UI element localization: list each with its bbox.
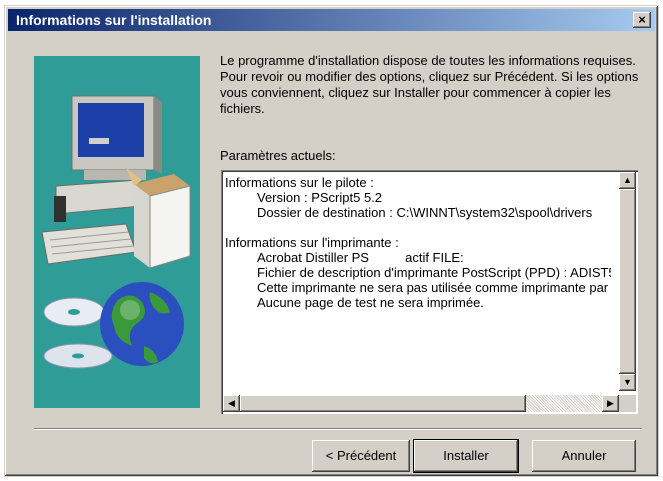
install-button[interactable]: Installer <box>414 440 518 472</box>
settings-listbox[interactable]: Informations sur le pilote : Version : PS… <box>221 170 638 414</box>
close-button[interactable]: × <box>633 12 651 28</box>
back-button[interactable]: < Précédent <box>312 440 410 472</box>
scroll-down-icon[interactable]: ▼ <box>619 374 636 391</box>
settings-line: Dossier de destination : C:\WINNT\system… <box>257 205 593 220</box>
scrollbar-corner <box>619 395 636 412</box>
setup-illustration <box>34 56 200 408</box>
horizontal-scroll-thumb[interactable] <box>240 395 526 412</box>
settings-line: Informations sur l'imprimante : <box>225 235 399 250</box>
settings-line <box>225 220 611 235</box>
title-bar[interactable]: Informations sur l'installation × <box>8 9 655 31</box>
settings-line: Fichier de description d'imprimante Post… <box>257 265 611 280</box>
scroll-up-icon[interactable]: ▲ <box>619 172 636 189</box>
settings-line: Version : PScript5 5.2 <box>257 190 383 205</box>
horizontal-scrollbar[interactable]: ◀ ▶ <box>223 395 619 412</box>
settings-list: Informations sur le pilote : Version : PS… <box>225 175 611 390</box>
scroll-left-icon[interactable]: ◀ <box>223 395 240 412</box>
cancel-button[interactable]: Annuler <box>532 440 636 472</box>
vertical-scroll-thumb[interactable] <box>619 189 636 374</box>
window-title: Informations sur l'installation <box>16 12 212 28</box>
settings-line: Informations sur le pilote : <box>225 175 374 190</box>
settings-line: Acrobat Distiller PS actif FILE: <box>257 250 464 265</box>
scroll-right-icon[interactable]: ▶ <box>602 395 619 412</box>
current-settings-label: Paramètres actuels: <box>220 148 336 163</box>
computer-globe-icon <box>41 95 191 369</box>
button-separator <box>34 428 642 430</box>
intro-text: Le programme d'installation dispose de t… <box>220 53 639 116</box>
settings-line: Aucune page de test ne sera imprimée. <box>257 295 484 310</box>
settings-line: Cette imprimante ne sera pas utilisée co… <box>257 280 609 295</box>
vertical-scrollbar[interactable]: ▲ ▼ <box>619 172 636 391</box>
